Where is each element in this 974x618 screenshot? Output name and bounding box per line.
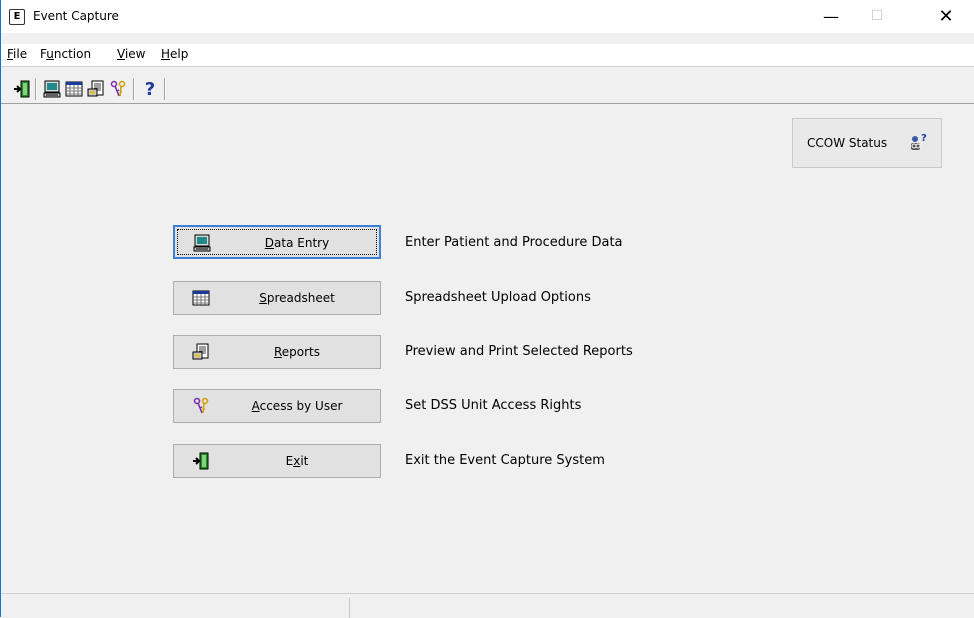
reports-button[interactable]: Reports [173,335,381,369]
access-keys-icon [193,397,209,414]
exit-icon [14,80,30,98]
menu-help[interactable]: Help [161,47,188,61]
toolbar-access-button[interactable] [107,79,129,99]
access-by-user-button[interactable]: Access by User [173,389,381,423]
exit-icon [193,452,209,470]
menu-view[interactable]: View [117,47,145,61]
reports-description: Preview and Print Selected Reports [405,344,633,359]
menu-bar: File Function View Help [1,44,974,67]
spreadsheet-icon [65,81,83,97]
exit-button[interactable]: Exit [173,444,381,478]
svg-text:?: ? [921,133,927,144]
reports-icon [192,343,209,360]
access-keys-icon [110,80,126,97]
close-button[interactable]: ✕ [923,0,969,33]
data-entry-icon [193,234,211,252]
minimize-button[interactable]: — [808,0,854,33]
status-bar [1,593,974,618]
toolbar-separator [133,78,135,100]
data-entry-icon [43,80,61,98]
data-entry-label: Data Entry [264,236,330,250]
toolbar-help-button[interactable]: ? [139,78,161,100]
menu-file[interactable]: File [7,47,27,61]
exit-description: Exit the Event Capture System [405,453,605,468]
ccow-status-label: CCOW Status [807,136,888,150]
data-entry-button[interactable]: Data Entry [173,225,381,259]
maximize-button[interactable]: ☐ [854,0,900,33]
access-by-user-description: Set DSS Unit Access Rights [405,398,582,413]
status-bar-separator [349,598,350,618]
app-icon[interactable]: E [9,9,25,25]
title-bar[interactable]: E Event Capture — ☐ ✕ [1,0,974,33]
toolbar-spreadsheet-button[interactable] [63,79,85,99]
toolbar-exit-button[interactable] [11,79,33,99]
ccow-status-icon: ? [911,133,927,150]
event-capture-window: E Event Capture — ☐ ✕ File Function View… [0,0,974,618]
menu-function[interactable]: Function [40,47,91,61]
window-title: Event Capture [33,9,119,23]
help-icon: ? [144,78,156,100]
spreadsheet-icon [192,290,210,306]
spreadsheet-button[interactable]: Spreadsheet [173,281,381,315]
access-by-user-label: Access by User [251,399,343,413]
spreadsheet-description: Spreadsheet Upload Options [405,290,591,305]
spreadsheet-label: Spreadsheet [259,291,335,305]
toolbar-separator [35,78,37,100]
toolbar-separator [164,78,166,100]
toolbar-data-entry-button[interactable] [41,79,63,99]
toolbar-reports-button[interactable] [85,79,107,99]
reports-icon [87,80,104,97]
toolbar: ? [1,71,974,104]
ccow-status-button[interactable]: CCOW Status ? [792,118,942,168]
exit-label: Exit [285,454,309,468]
data-entry-description: Enter Patient and Procedure Data [405,235,623,250]
reports-label: Reports [273,345,321,359]
main-panel: CCOW Status ? Data Entry Enter Patient a… [1,104,974,593]
